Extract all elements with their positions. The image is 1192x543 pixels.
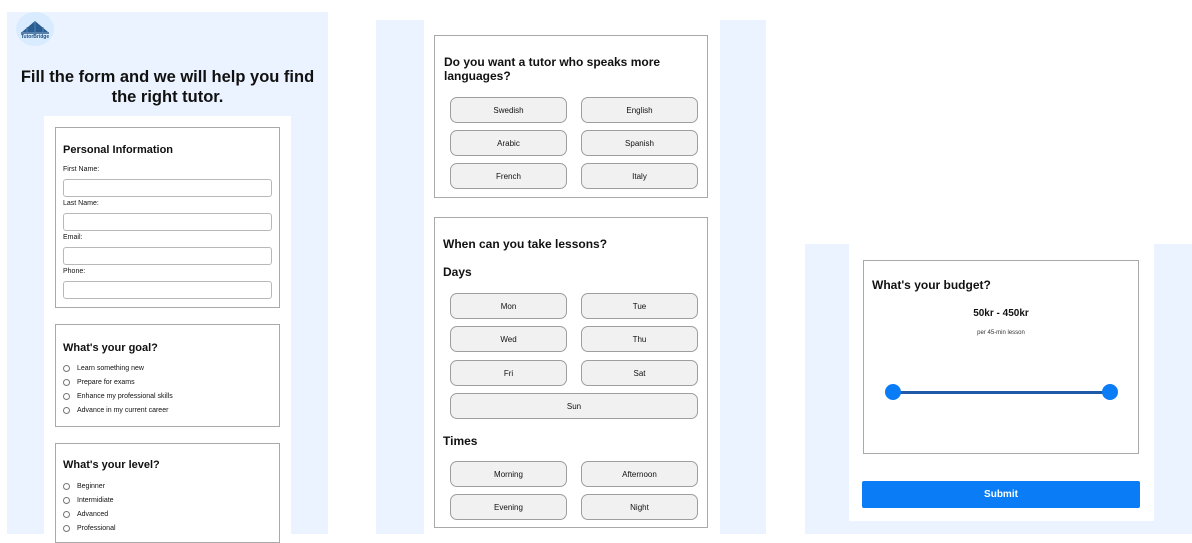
email-label: Email: bbox=[63, 234, 83, 241]
language-option-swedish[interactable]: Swedish bbox=[450, 97, 567, 123]
time-option-evening[interactable]: Evening bbox=[450, 494, 567, 520]
day-option-wed[interactable]: Wed bbox=[450, 326, 567, 352]
phone-label: Phone: bbox=[63, 268, 86, 275]
phone-input[interactable] bbox=[63, 281, 272, 299]
goal-option[interactable]: Enhance my professional skills bbox=[63, 389, 173, 403]
goal-option[interactable]: Advance in my current career bbox=[63, 403, 173, 417]
budget-range-slider[interactable] bbox=[893, 391, 1110, 394]
time-option-night[interactable]: Night bbox=[581, 494, 698, 520]
level-card: What's your level? Beginner Intermidiate… bbox=[55, 443, 280, 543]
goal-card: What's your goal? Learn something new Pr… bbox=[55, 324, 280, 427]
languages-title: Do you want a tutor who speaks more lang… bbox=[444, 55, 661, 83]
last-name-label: Last Name: bbox=[63, 200, 99, 207]
last-name-input[interactable] bbox=[63, 213, 272, 231]
logo-text: TutorBridge bbox=[20, 34, 50, 40]
language-option-spanish[interactable]: Spanish bbox=[581, 130, 698, 156]
radio-button[interactable] bbox=[63, 378, 70, 386]
goal-option[interactable]: Prepare for exams bbox=[63, 375, 173, 389]
personal-info-card: Personal Information First Name: Last Na… bbox=[55, 127, 280, 308]
budget-max-handle[interactable] bbox=[1102, 384, 1118, 400]
level-option[interactable]: Beginner bbox=[63, 479, 116, 493]
day-option-thu[interactable]: Thu bbox=[581, 326, 698, 352]
day-option-sat[interactable]: Sat bbox=[581, 360, 698, 386]
language-option-italy[interactable]: Italy bbox=[581, 163, 698, 189]
time-option-afternoon[interactable]: Afternoon bbox=[581, 461, 698, 487]
submit-button[interactable]: Submit bbox=[862, 481, 1140, 508]
language-option-arabic[interactable]: Arabic bbox=[450, 130, 567, 156]
budget-range-value: 50kr - 450kr bbox=[973, 308, 1029, 319]
day-option-sun[interactable]: Sun bbox=[450, 393, 698, 419]
first-name-input[interactable] bbox=[63, 179, 272, 197]
language-option-english[interactable]: English bbox=[581, 97, 698, 123]
radio-button[interactable] bbox=[63, 496, 70, 504]
level-option[interactable]: Professional bbox=[63, 521, 116, 535]
days-label: Days bbox=[443, 265, 472, 279]
day-option-tue[interactable]: Tue bbox=[581, 293, 698, 319]
radio-button[interactable] bbox=[63, 510, 70, 518]
personal-info-title: Personal Information bbox=[63, 144, 174, 156]
page-title: Fill the form and we will help you find … bbox=[20, 68, 315, 106]
email-input[interactable] bbox=[63, 247, 272, 265]
budget-min-handle[interactable] bbox=[885, 384, 901, 400]
tutorbridge-logo: TutorBridge bbox=[16, 12, 54, 46]
bridge-icon bbox=[21, 21, 49, 34]
level-option[interactable]: Intermidiate bbox=[63, 493, 116, 507]
schedule-title: When can you take lessons? bbox=[443, 237, 608, 251]
radio-button[interactable] bbox=[63, 524, 70, 532]
times-label: Times bbox=[443, 434, 478, 448]
language-option-french[interactable]: French bbox=[450, 163, 567, 189]
budget-note: per 45-min lesson bbox=[977, 330, 1025, 336]
day-option-fri[interactable]: Fri bbox=[450, 360, 567, 386]
level-option[interactable]: Advanced bbox=[63, 507, 116, 521]
radio-button[interactable] bbox=[63, 392, 70, 400]
radio-button[interactable] bbox=[63, 406, 70, 414]
first-name-label: First Name: bbox=[63, 166, 100, 173]
level-title: What's your level? bbox=[63, 459, 160, 471]
budget-title: What's your budget? bbox=[872, 278, 991, 292]
day-option-mon[interactable]: Mon bbox=[450, 293, 567, 319]
radio-button[interactable] bbox=[63, 482, 70, 490]
goal-title: What's your goal? bbox=[63, 342, 158, 354]
radio-button[interactable] bbox=[63, 364, 70, 372]
goal-option[interactable]: Learn something new bbox=[63, 361, 173, 375]
time-option-morning[interactable]: Morning bbox=[450, 461, 567, 487]
